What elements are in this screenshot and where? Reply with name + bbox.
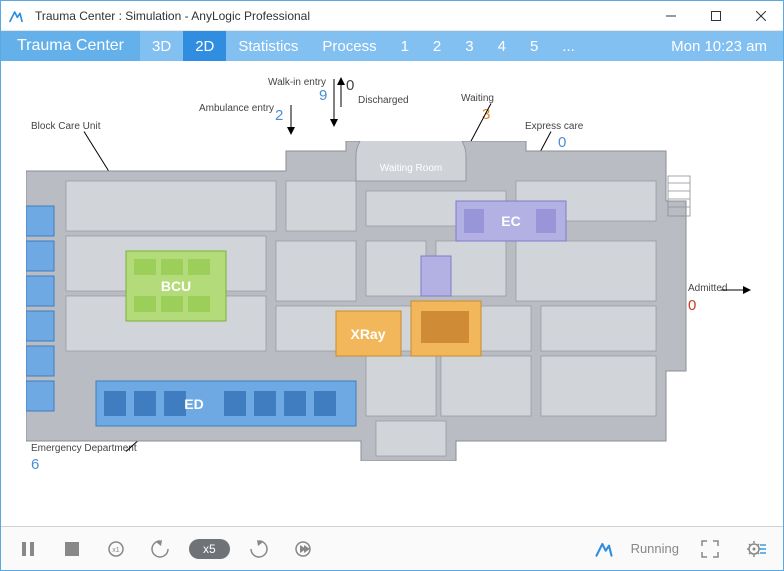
label-block-care-unit: Block Care Unit (31, 121, 100, 132)
control-bar: x1 x5 Running (1, 526, 783, 570)
tab-5[interactable]: 5 (518, 31, 550, 61)
label-express-care: Express care (525, 121, 583, 132)
close-button[interactable] (738, 1, 783, 31)
svg-text:ED: ED (184, 396, 203, 412)
label-walk-in-entry: Walk-in entry (268, 77, 326, 88)
count-ambulance-entry: 2 (275, 107, 283, 124)
fullscreen-button[interactable] (695, 534, 725, 564)
minimize-button[interactable] (648, 1, 693, 31)
arrow-ambulance-entry (284, 105, 298, 135)
tabbar: Trauma Center 3D 2D Statistics Process 1… (1, 31, 783, 61)
tab-statistics[interactable]: Statistics (226, 31, 310, 61)
zone-bcu: BCU (126, 251, 226, 321)
titlebar: Trauma Center : Simulation - AnyLogic Pr… (1, 1, 783, 31)
arrow-discharged (334, 77, 348, 107)
simulation-status: Running (631, 541, 679, 556)
simulation-clock: Mon 10:23 am (655, 31, 783, 61)
floorplan: Waiting Room BCU (26, 141, 706, 461)
fast-forward-button[interactable] (288, 534, 318, 564)
tab-3[interactable]: 3 (453, 31, 485, 61)
speed-indicator[interactable]: x5 (189, 539, 230, 559)
speed-down-button[interactable] (145, 534, 175, 564)
tab-2[interactable]: 2 (421, 31, 453, 61)
app-icon (1, 8, 31, 24)
label-ambulance-entry: Ambulance entry (199, 103, 274, 114)
label-discharged: Discharged (358, 95, 409, 106)
svg-text:BCU: BCU (161, 278, 191, 294)
tab-2d[interactable]: 2D (183, 31, 226, 61)
waiting-room-zone (356, 141, 466, 181)
maximize-button[interactable] (693, 1, 738, 31)
arrow-admitted (721, 283, 751, 297)
tab-4[interactable]: 4 (486, 31, 518, 61)
waiting-room-label: Waiting Room (380, 163, 442, 174)
tab-1[interactable]: 1 (389, 31, 421, 61)
simulation-canvas[interactable]: Block Care Unit Ambulance entry 2 Walk-i… (1, 61, 783, 526)
tab-process[interactable]: Process (310, 31, 388, 61)
zone-ec-aux (421, 256, 451, 296)
settings-button[interactable] (741, 534, 771, 564)
svg-text:XRay: XRay (350, 326, 385, 342)
speed-up-button[interactable] (244, 534, 274, 564)
svg-text:EC: EC (501, 213, 520, 229)
tab-3d[interactable]: 3D (140, 31, 183, 61)
pause-button[interactable] (13, 534, 43, 564)
zone-ed: ED (96, 381, 356, 426)
zone-ec: EC (456, 201, 566, 241)
label-waiting: Waiting (461, 93, 494, 104)
speed-realtime-button[interactable]: x1 (101, 534, 131, 564)
tab-main[interactable]: Trauma Center (1, 31, 140, 61)
window-title: Trauma Center : Simulation - AnyLogic Pr… (31, 9, 648, 23)
anylogic-icon (593, 539, 615, 559)
svg-text:x1: x1 (112, 547, 120, 554)
stop-button[interactable] (57, 534, 87, 564)
tab-more[interactable]: ... (550, 31, 587, 61)
